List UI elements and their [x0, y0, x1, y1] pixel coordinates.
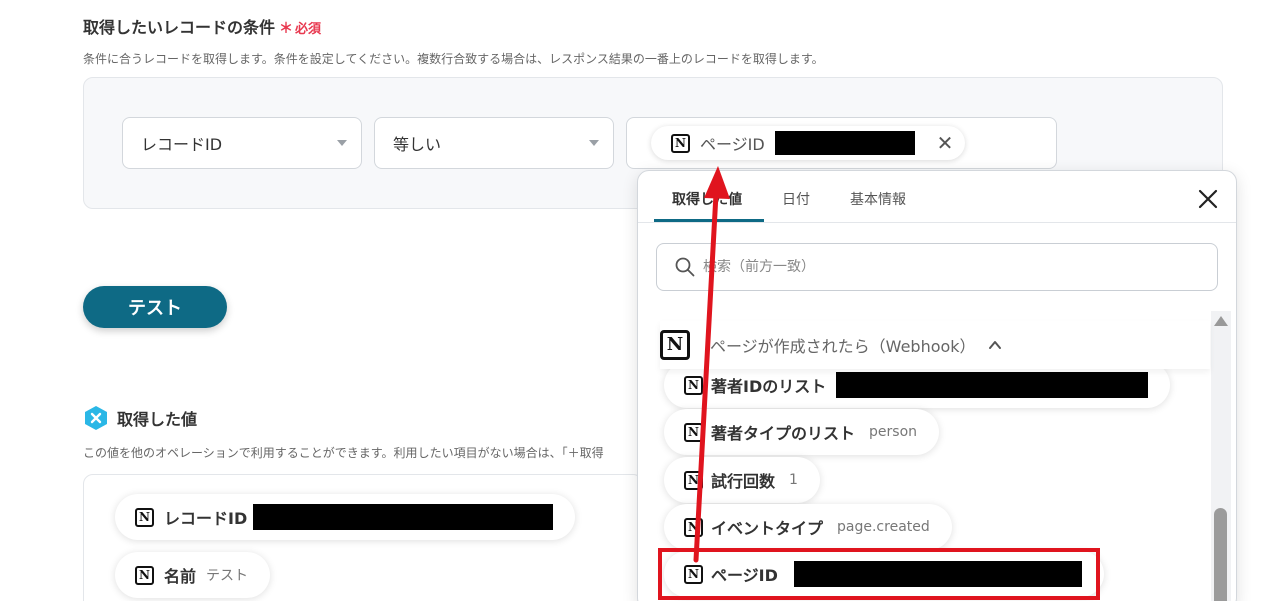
condition-section-title: 取得したいレコードの条件＊必須: [83, 18, 322, 37]
value-input[interactable]: N ページID ✕: [626, 117, 1057, 169]
notion-icon: N: [684, 517, 703, 537]
output-item[interactable]: N レコードID: [115, 494, 576, 540]
operator-select-value: 等しい: [393, 135, 442, 154]
redacted-value: [774, 131, 915, 155]
output-item-value: テスト: [206, 568, 249, 584]
chevron-up-icon[interactable]: [988, 338, 1002, 352]
search-field[interactable]: [656, 243, 1218, 291]
tab-retrieved-values[interactable]: 取得した値: [672, 189, 742, 209]
search-input[interactable]: [703, 259, 1183, 275]
redacted-value: [836, 372, 1149, 398]
tab-date[interactable]: 日付: [782, 189, 810, 209]
output-item[interactable]: N 名前 テスト: [115, 552, 271, 598]
close-icon[interactable]: [1196, 187, 1220, 211]
output-item-label: 名前: [164, 567, 197, 586]
redacted-value: [253, 504, 554, 530]
output-item-label: レコードID: [164, 509, 248, 528]
notion-icon: N: [671, 133, 690, 153]
notion-icon: N: [660, 330, 690, 360]
tab-basic-info[interactable]: 基本情報: [850, 189, 906, 209]
variable-item[interactable]: N 著者タイプのリスト person: [664, 409, 940, 455]
output-container: N レコードID N 名前 テスト: [83, 474, 643, 601]
field-select-caret-icon: [337, 140, 347, 146]
variable-picker-panel: 取得した値 日付 基本情報 N 著者IDのリスト N 著者タイプのリスト per…: [637, 170, 1237, 601]
scrollbar-thumb[interactable]: [1214, 508, 1227, 601]
operator-select[interactable]: 等しい: [374, 117, 614, 169]
variable-item[interactable]: N イベントタイプ page.created: [664, 504, 952, 550]
notion-icon: N: [684, 375, 703, 395]
variable-item-label: イベントタイプ: [711, 519, 824, 538]
operator-select-caret-icon: [589, 140, 599, 146]
chip-close-icon[interactable]: ✕: [935, 133, 955, 153]
tab-divider: [638, 222, 1236, 223]
value-chip-label: ページID: [700, 135, 765, 154]
value-chip[interactable]: N ページID ✕: [651, 126, 965, 160]
condition-section-description: 条件に合うレコードを取得します。条件を設定してください。複数行合致する場合は、レ…: [83, 52, 824, 66]
group-header[interactable]: N ページが作成されたら（Webhook）: [660, 321, 1210, 369]
required-label: 必須: [295, 22, 322, 37]
search-icon: [675, 257, 695, 277]
field-select-value: レコードID: [141, 135, 223, 154]
variable-item-value: person: [869, 424, 918, 440]
yoom-icon: [85, 406, 107, 430]
variable-item-value: 1: [789, 472, 798, 488]
notion-icon: N: [135, 565, 154, 585]
notion-icon: N: [684, 470, 703, 490]
notion-icon: N: [135, 507, 154, 527]
notion-icon: N: [684, 422, 703, 442]
variable-item-label: 著者IDのリスト: [711, 377, 827, 396]
output-section-description: この値を他のオペレーションで利用することができます。利用したい項目がない場合は、…: [83, 446, 604, 460]
field-select[interactable]: レコードID: [122, 117, 362, 169]
scroll-up-icon[interactable]: [1214, 316, 1228, 326]
variable-item-label: 試行回数: [711, 472, 776, 491]
variable-item[interactable]: N 試行回数 1: [664, 457, 820, 503]
required-mark: ＊: [279, 21, 294, 37]
highlight-box: [658, 548, 1100, 600]
variable-item-label: 著者タイプのリスト: [711, 424, 856, 443]
variable-item-value: page.created: [837, 519, 930, 535]
group-title: ページが作成されたら（Webhook）: [710, 337, 976, 356]
active-tab-indicator: [654, 219, 764, 222]
test-button[interactable]: テスト: [83, 286, 227, 328]
output-section-title: 取得した値: [83, 405, 197, 431]
